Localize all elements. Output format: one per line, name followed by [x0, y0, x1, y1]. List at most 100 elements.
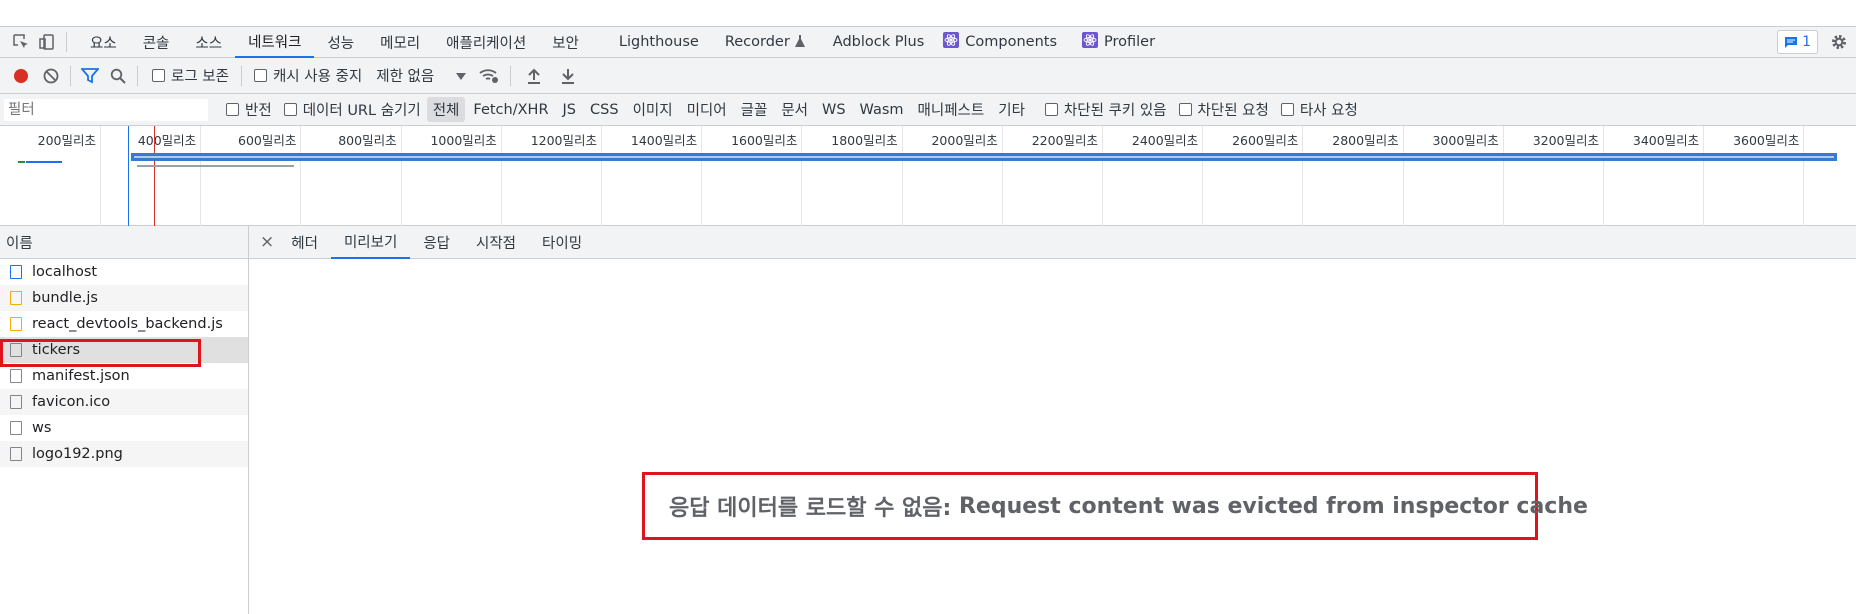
issues-count: 1: [1802, 34, 1811, 50]
clear-icon[interactable]: [38, 64, 64, 88]
request-row[interactable]: react_devtools_backend.js: [0, 311, 248, 337]
tick-label: 1200밀리초: [530, 133, 597, 148]
filter-type-3[interactable]: CSS: [584, 100, 625, 120]
blocked-cookies-label: 차단된 쿠키 있음: [1063, 103, 1167, 119]
filter-type-1[interactable]: Fetch/XHR: [467, 100, 554, 120]
tab-performance[interactable]: 성능: [314, 27, 367, 58]
gridline: [1202, 126, 1204, 226]
devtools-tab-bar: 요소 콘솔 소스 네트워크 성능 메모리 애플리케이션 보안 Lighthous…: [0, 26, 1856, 58]
filter-type-11[interactable]: 기타: [992, 97, 1031, 122]
download-icon[interactable]: [555, 64, 581, 88]
request-row[interactable]: localhost: [0, 259, 248, 285]
preserve-log-checkbox[interactable]: [152, 69, 165, 82]
tab-adblock-plus[interactable]: Adblock Plus: [820, 27, 937, 58]
tab-application[interactable]: 애플리케이션: [433, 27, 539, 58]
gridline: [1803, 126, 1805, 226]
selection-window[interactable]: [131, 153, 1837, 161]
network-conditions-icon[interactable]: [476, 64, 502, 88]
filter-type-6[interactable]: 글꼴: [735, 97, 774, 122]
filter-type-10[interactable]: 매니페스트: [912, 97, 991, 122]
tab-lighthouse[interactable]: Lighthouse: [606, 27, 712, 58]
inspect-element-icon[interactable]: [8, 30, 34, 54]
tick-label: 2800밀리초: [1332, 133, 1399, 148]
request-name: localhost: [32, 264, 98, 280]
timeline-bar: [18, 161, 25, 163]
third-party-label: 타사 요청: [1299, 103, 1358, 119]
tab-memory[interactable]: 메모리: [367, 27, 433, 58]
tab-network[interactable]: 네트워크: [235, 27, 315, 58]
tick-label: 2000밀리초: [931, 133, 998, 148]
tab-console[interactable]: 콘솔: [130, 27, 183, 58]
request-list: 이름 localhost bundle.js react_devtools_back…: [0, 226, 249, 614]
name-column-header[interactable]: 이름: [0, 226, 248, 259]
tab-recorder[interactable]: Recorder: [712, 27, 794, 58]
third-party-checkbox[interactable]: [1280, 103, 1294, 116]
throttling-select[interactable]: 제한 없음: [376, 65, 467, 86]
close-icon[interactable]: ×: [260, 232, 274, 252]
tab-elements[interactable]: 요소: [77, 27, 130, 58]
request-row[interactable]: logo192.png: [0, 441, 248, 467]
request-name: bundle.js: [32, 290, 98, 306]
filter-type-8[interactable]: WS: [816, 100, 852, 120]
error-detail: Request content was evicted from inspect…: [958, 493, 1588, 519]
upload-icon[interactable]: [521, 64, 547, 88]
request-name: logo192.png: [32, 446, 123, 462]
request-row[interactable]: ws: [0, 415, 248, 441]
tick-label: 3400밀리초: [1632, 133, 1700, 148]
tab-sources[interactable]: 소스: [182, 27, 235, 58]
request-row[interactable]: favicon.ico: [0, 389, 248, 415]
tab-headers[interactable]: 헤더: [278, 226, 331, 259]
device-toolbar-icon[interactable]: [34, 30, 60, 54]
tab-profiler[interactable]: Profiler: [1098, 27, 1168, 58]
load-marker: [154, 126, 155, 226]
filter-type-4[interactable]: 이미지: [627, 97, 679, 122]
preserve-log-label: 로그 보존: [171, 69, 229, 85]
blocked-requests-checkbox[interactable]: [1178, 103, 1192, 116]
flask-icon: [794, 33, 806, 52]
tab-response[interactable]: 응답: [410, 226, 463, 259]
filter-icon[interactable]: [77, 64, 103, 88]
file-icon: [10, 395, 22, 409]
tick-label: 800밀리초: [338, 133, 397, 148]
issues-button[interactable]: 1: [1777, 30, 1818, 54]
search-icon[interactable]: [105, 64, 131, 88]
filter-input[interactable]: [4, 98, 208, 121]
filter-type-0[interactable]: 전체: [426, 97, 466, 122]
filter-type-9[interactable]: Wasm: [854, 100, 910, 120]
message-icon: [1784, 33, 1798, 52]
tick-label: 2200밀리초: [1031, 133, 1098, 148]
request-name: react_devtools_backend.js: [32, 316, 223, 332]
record-button[interactable]: [8, 64, 34, 88]
tick-label: 400밀리초: [137, 133, 197, 148]
tick-label: 200밀리초: [37, 133, 96, 148]
disable-cache-checkbox[interactable]: [253, 69, 267, 82]
network-overview[interactable]: 200밀리초 400밀리초 600밀리초 800밀리초 1000밀리초 1200밀리초 14…: [0, 126, 1856, 226]
timeline-bar: [137, 165, 294, 167]
filter-type-2[interactable]: JS: [557, 100, 582, 120]
tab-components[interactable]: Components: [959, 27, 1070, 58]
tab-initiator[interactable]: 시작점: [463, 226, 529, 259]
gridline: [601, 126, 602, 226]
blocked-cookies-checkbox[interactable]: [1044, 103, 1058, 116]
gridline: [200, 126, 202, 226]
request-row[interactable]: bundle.js: [0, 285, 248, 311]
gear-icon[interactable]: [1826, 30, 1852, 54]
invert-checkbox[interactable]: [226, 103, 239, 116]
gridline: [1001, 126, 1003, 226]
tab-timing[interactable]: 타이밍: [529, 226, 595, 259]
tick-label: 1000밀리초: [430, 133, 497, 148]
divider: [240, 65, 242, 86]
filter-type-7[interactable]: 문서: [775, 97, 814, 122]
react-icon: [1082, 32, 1099, 52]
gridline: [1102, 126, 1103, 226]
gridline: [1703, 126, 1705, 226]
tab-security[interactable]: 보안: [539, 27, 592, 58]
react-icon: [943, 32, 960, 52]
divider: [510, 65, 512, 86]
gridline: [1502, 126, 1504, 226]
filter-type-5[interactable]: 미디어: [681, 97, 733, 122]
tick-label: 3600밀리초: [1733, 133, 1800, 148]
hide-data-urls-checkbox[interactable]: [283, 103, 297, 116]
gridline: [701, 126, 703, 226]
tab-preview[interactable]: 미리보기: [330, 226, 411, 259]
